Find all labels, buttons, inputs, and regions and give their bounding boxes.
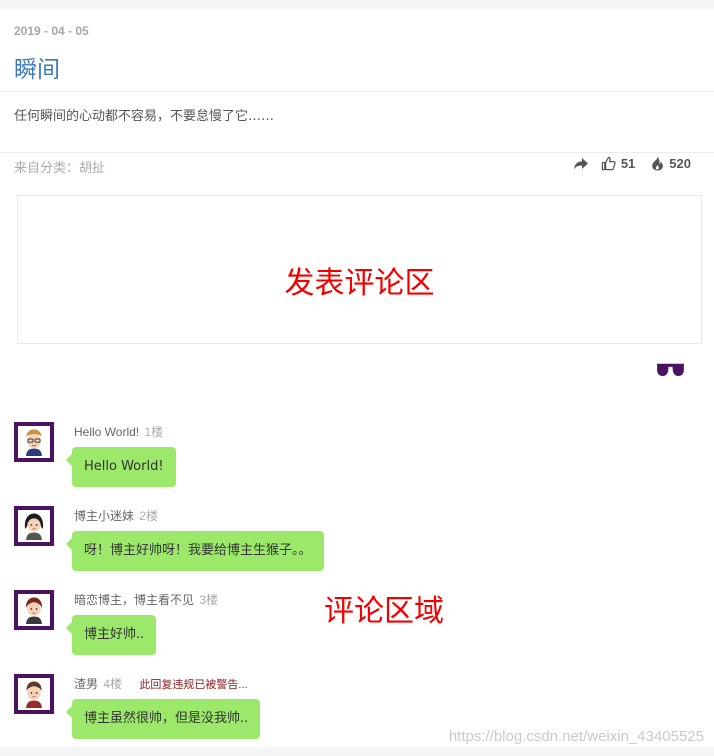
comment-bubble: Hello World!	[66, 447, 176, 487]
comment-bubble: 博主好帅..	[65, 615, 157, 655]
comment-bubble: 呀！博主好帅呀！我要给博主生猴子。。	[66, 531, 324, 571]
floor-number: 3楼	[199, 593, 219, 607]
share-icon[interactable]	[573, 157, 589, 171]
avatar[interactable]	[14, 590, 54, 630]
avatar[interactable]	[14, 506, 54, 546]
watermark: https://blog.csdn.net/weixin_43405525	[448, 728, 704, 745]
post-date: 2019 - 04 - 05	[14, 24, 89, 38]
floor-number: 4楼	[103, 677, 123, 691]
divider	[0, 91, 714, 92]
like-count: 51	[620, 156, 636, 171]
comment-editor[interactable]: 发表评论区	[17, 195, 702, 344]
editor-annotation: 发表评论区	[284, 266, 435, 301]
comment-author[interactable]: 暗恋博主，博主看不见	[74, 593, 194, 607]
avatar[interactable]	[14, 422, 54, 462]
post-excerpt: 任何瞬间的心动都不容易，不要怠慢了它……	[14, 109, 275, 124]
comment-author[interactable]: 渣男	[74, 677, 98, 691]
view-count: 520	[669, 156, 691, 171]
comment-item: Hello World! 1楼 Hello World!	[0, 422, 714, 502]
post-title[interactable]: 瞬间	[14, 50, 60, 84]
divider	[0, 152, 714, 153]
floor-number: 1楼	[144, 425, 164, 439]
post-category[interactable]: 来自分类：胡扯	[14, 157, 105, 176]
comments-area-annotation: 评论区域	[324, 594, 444, 629]
comment-author[interactable]: 博主小迷妹	[74, 509, 134, 523]
floor-number: 2楼	[139, 509, 159, 523]
comment-item: 博主小迷妹 2楼 呀！博主好帅呀！我要给博主生猴子。。	[0, 506, 714, 586]
post-meta: 51 520	[573, 156, 691, 171]
violation-warning: 此回复违规已被警告...	[139, 679, 248, 691]
thumbs-up-icon[interactable]	[601, 156, 616, 171]
avatar[interactable]	[14, 674, 54, 714]
comment-author[interactable]: Hello World!	[74, 425, 139, 439]
sunglasses-icon[interactable]	[655, 361, 686, 383]
comment-bubble: 博主虽然很帅，但是没我帅..	[65, 699, 261, 739]
fire-icon	[651, 156, 664, 171]
